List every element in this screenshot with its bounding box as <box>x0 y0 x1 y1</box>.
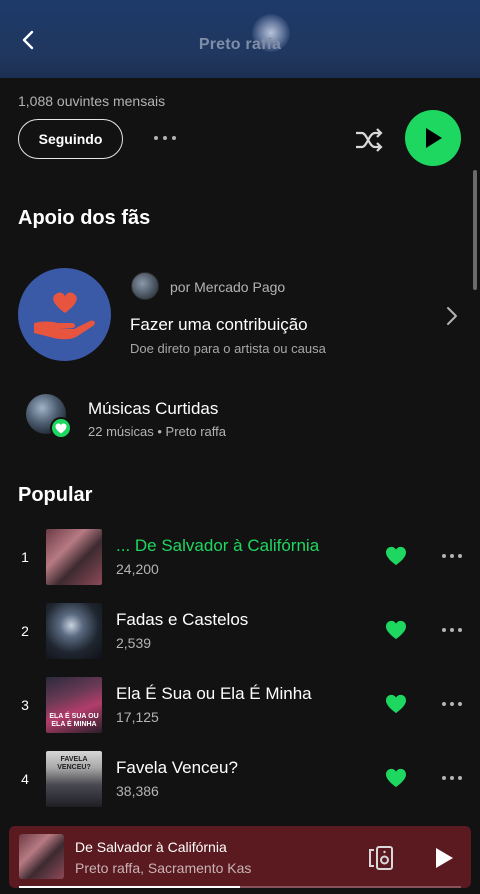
cover-caption: ELA É SUA OU ELA É MINHA <box>49 713 99 728</box>
now-playing-artists: Preto raffa, Sacramento Kas <box>75 860 252 876</box>
liked-songs-title: Músicas Curtidas <box>88 399 219 418</box>
track-cover <box>46 529 102 585</box>
track-row[interactable]: 4 FAVELA VENCEU? Favela Venceu? 38,386 <box>0 749 480 809</box>
scrollbar[interactable] <box>473 170 477 330</box>
now-playing-title: De Salvador à Califórnia <box>75 839 227 855</box>
liked-songs-row[interactable]: Músicas Curtidas 22 músicas • Preto raff… <box>26 394 466 444</box>
chevron-right-icon <box>447 307 457 325</box>
playback-progress-fill <box>19 886 240 888</box>
shuffle-button[interactable] <box>352 124 386 156</box>
playback-progress[interactable] <box>19 886 461 888</box>
track-number: 4 <box>21 771 29 787</box>
liked-songs-subtitle: 22 músicas • Preto raffa <box>88 424 226 439</box>
track-cover <box>46 603 102 659</box>
heart-hand-icon <box>33 292 95 339</box>
now-playing-bar[interactable]: De Salvador à Califórnia Preto raffa, Sa… <box>9 826 471 888</box>
liked-badge <box>50 417 72 439</box>
heart-icon[interactable] <box>385 694 407 714</box>
monthly-listeners: 1,088 ouvintes mensais <box>18 93 166 109</box>
track-title: Favela Venceu? <box>116 758 238 777</box>
connect-device-button[interactable] <box>366 844 396 872</box>
track-row[interactable]: 2 Fadas e Castelos 2,539 <box>0 601 480 661</box>
artist-header: Preto raffa <box>0 0 480 78</box>
track-plays: 24,200 <box>116 561 159 577</box>
track-title: Fadas e Castelos <box>116 610 249 629</box>
heart-icon[interactable] <box>385 768 407 788</box>
provider-label: por Mercado Pago <box>170 279 286 295</box>
track-cover: ELA É SUA OU ELA É MINHA <box>46 677 102 733</box>
speaker-device-icon <box>369 846 393 870</box>
mercado-pago-avatar <box>131 272 159 300</box>
contribution-open-button[interactable] <box>442 304 462 328</box>
scrollbar-thumb[interactable] <box>473 170 477 290</box>
play-icon <box>426 128 442 148</box>
track-number: 3 <box>21 697 29 713</box>
more-horizontal-icon <box>442 702 462 706</box>
shuffle-icon <box>356 128 383 152</box>
play-button[interactable] <box>405 110 461 166</box>
follow-button[interactable]: Seguindo <box>18 119 123 159</box>
play-icon <box>436 848 453 868</box>
track-plays: 17,125 <box>116 709 159 725</box>
mini-play-button[interactable] <box>430 844 458 872</box>
more-horizontal-icon <box>442 628 462 632</box>
heart-icon <box>55 423 67 433</box>
popular-heading: Popular <box>18 484 93 506</box>
page-title: Preto raffa <box>198 36 282 53</box>
track-row[interactable]: 3 ELA É SUA OU ELA É MINHA Ela É Sua ou … <box>0 675 480 735</box>
track-plays: 2,539 <box>116 635 152 651</box>
contribution-card[interactable]: por Mercado Pago Fazer uma contribuição … <box>18 268 468 364</box>
contribution-title: Fazer uma contribuição <box>130 315 308 334</box>
more-horizontal-icon <box>442 554 462 558</box>
heart-icon[interactable] <box>385 620 407 640</box>
contribution-subtitle: Doe direto para o artista ou causa <box>130 341 326 356</box>
track-title: Ela É Sua ou Ela É Minha <box>116 684 312 703</box>
more-horizontal-icon <box>154 136 176 140</box>
fan-support-heading: Apoio dos fãs <box>18 207 151 229</box>
track-more-button[interactable] <box>438 545 466 567</box>
track-row[interactable]: 1 ... De Salvador à Califórnia 24,200 <box>0 527 480 587</box>
track-cover: FAVELA VENCEU? <box>46 751 102 807</box>
track-more-button[interactable] <box>438 619 466 641</box>
heart-icon[interactable] <box>385 546 407 566</box>
cover-caption: FAVELA VENCEU? <box>57 756 91 771</box>
track-more-button[interactable] <box>438 767 466 789</box>
track-plays: 38,386 <box>116 783 159 799</box>
track-number: 2 <box>21 623 29 639</box>
now-playing-cover <box>19 834 64 879</box>
track-more-button[interactable] <box>438 693 466 715</box>
donation-image <box>18 268 111 361</box>
track-title: ... De Salvador à Califórnia <box>116 536 320 555</box>
more-options-button[interactable] <box>150 126 180 150</box>
more-horizontal-icon <box>442 776 462 780</box>
track-number: 1 <box>21 549 29 565</box>
